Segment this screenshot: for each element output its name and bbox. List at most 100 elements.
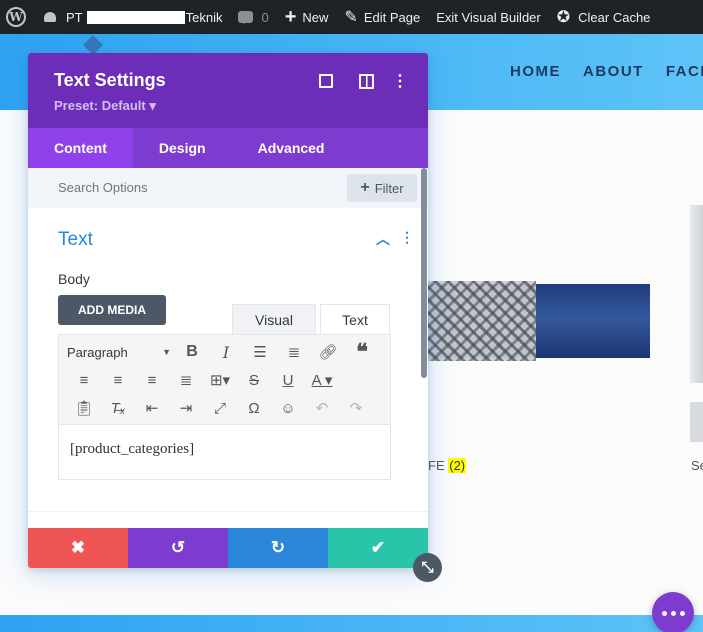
tab-content[interactable]: Content [28, 128, 133, 168]
clear-cache-label: Clear Cache [578, 9, 651, 25]
modal-scrollbar[interactable] [421, 168, 427, 378]
main-nav: HOME ABOUT FACI [510, 63, 703, 80]
product-category-label[interactable]: FE (2) [428, 458, 467, 473]
text-color-icon[interactable]: A ▾ [305, 366, 339, 394]
product-image-braid [428, 281, 536, 361]
modal-title: Text Settings [54, 70, 166, 90]
product-image-secondary[interactable] [690, 205, 703, 383]
site-name-link[interactable]: PT Teknik [34, 0, 230, 34]
indent-icon[interactable]: ⇥ [169, 394, 203, 422]
pencil-icon: ✎ [344, 9, 358, 26]
builder-menu-button[interactable] [652, 592, 694, 632]
wordpress-logo-icon: W [6, 7, 26, 27]
site-name-prefix: PT [66, 9, 83, 25]
checkmark-icon: ✔ [370, 538, 386, 557]
filter-label: Filter [374, 180, 404, 196]
comments-count: 0 [261, 9, 269, 25]
site-footer-strip [0, 615, 703, 632]
align-right-icon[interactable]: ≡ [135, 366, 169, 394]
clear-cache-link[interactable]: ✪ Clear Cache [549, 0, 659, 34]
editor-content[interactable]: [product_categories] [70, 441, 194, 458]
more-options-icon[interactable]: ⋮ [392, 73, 408, 90]
resize-handle-icon[interactable]: ⤡ [413, 553, 442, 582]
preset-selector[interactable]: Preset: Default ▾ [54, 98, 156, 114]
search-options-bar: + Filter [28, 168, 428, 208]
numbered-list-icon[interactable]: ≣ [277, 338, 311, 366]
editor-tab-visual[interactable]: Visual [232, 304, 316, 334]
editor-mode-tabs: Visual Text [232, 304, 390, 334]
nav-home[interactable]: HOME [510, 63, 561, 80]
rich-text-editor: Paragraph ▼ B I ☰ ≣ 🔗︎ ❝ ≡ ≡ ≡ ≣ ⊞▾ S U … [58, 334, 391, 480]
chevron-up-icon[interactable]: ︿ [376, 229, 390, 249]
dot-icon [679, 610, 685, 616]
tab-design[interactable]: Design [133, 128, 232, 168]
undo-icon[interactable]: ↶ [305, 394, 339, 422]
plus-icon: + [360, 179, 370, 196]
comment-icon [238, 11, 254, 24]
outdent-icon[interactable]: ⇤ [135, 394, 169, 422]
nav-facilities[interactable]: FACI [666, 63, 703, 80]
edit-page-link[interactable]: ✎ Edit Page [336, 0, 428, 34]
fullscreen-icon[interactable]: ⤢ [203, 394, 237, 422]
site-name-suffix: Teknik [185, 9, 223, 25]
search-options-input[interactable] [58, 180, 258, 195]
add-media-button[interactable]: ADD MEDIA [58, 295, 166, 325]
modal-header[interactable]: Text Settings Preset: Default ▾ ⋮ [28, 53, 428, 128]
text-settings-modal: Text Settings Preset: Default ▾ ⋮ Conten… [28, 53, 428, 568]
edit-page-label: Edit Page [363, 9, 421, 25]
redo-icon: ↻ [270, 538, 286, 557]
product-image-tertiary [690, 402, 703, 442]
paste-text-icon[interactable]: 📋︎ [67, 394, 101, 422]
section-more-icon[interactable]: ⋮ [400, 229, 414, 246]
close-icon: ✖ [70, 538, 86, 557]
strikethrough-icon[interactable]: S [237, 366, 271, 394]
emoji-icon[interactable]: ☺ [271, 394, 305, 422]
undo-icon: ↺ [170, 538, 186, 557]
undo-button[interactable]: ↺ [128, 528, 228, 568]
admin-bar: W PT Teknik 0 + New ✎ Edit Page Exit Vis… [0, 0, 703, 34]
dashboard-icon [42, 10, 58, 24]
plus-icon: + [284, 6, 297, 28]
nav-about[interactable]: ABOUT [583, 63, 644, 80]
new-content-menu[interactable]: + New [277, 0, 337, 34]
cache-plugin-icon: ✪ [556, 9, 571, 26]
bullet-list-icon[interactable]: ☰ [243, 338, 277, 366]
dot-icon [661, 610, 667, 616]
tab-advanced[interactable]: Advanced [232, 128, 351, 168]
editor-toolbar: Paragraph ▼ B I ☰ ≣ 🔗︎ ❝ ≡ ≡ ≡ ≣ ⊞▾ S U … [59, 335, 390, 425]
expand-icon[interactable] [318, 73, 334, 89]
filter-button[interactable]: + Filter [347, 174, 417, 202]
editor-tab-text[interactable]: Text [320, 304, 390, 334]
new-label: New [302, 9, 329, 25]
underline-icon[interactable]: U [271, 366, 305, 394]
dot-icon [670, 610, 676, 616]
exit-visual-builder-link[interactable]: Exit Visual Builder [428, 0, 549, 34]
redo-button[interactable]: ↻ [228, 528, 328, 568]
snap-sidebar-icon[interactable] [358, 73, 374, 89]
special-character-icon[interactable]: Ω [237, 394, 271, 422]
link-icon[interactable]: 🔗︎ [311, 338, 345, 366]
exit-visual-builder-label: Exit Visual Builder [436, 9, 541, 25]
text-section-title[interactable]: Text [58, 229, 93, 251]
modal-footer: ✖ ↺ ↻ ✔ [28, 528, 428, 568]
discard-button[interactable]: ✖ [28, 528, 128, 568]
justify-icon[interactable]: ≣ [169, 366, 203, 394]
italic-icon[interactable]: I [209, 338, 243, 366]
redacted-site-name [86, 10, 185, 24]
settings-tabs: Content Design Advanced [28, 128, 428, 168]
format-select[interactable]: Paragraph ▼ [67, 338, 175, 366]
blockquote-icon[interactable]: ❝ [345, 338, 379, 366]
body-field-label: Body [58, 271, 90, 287]
caret-down-icon: ▼ [162, 347, 171, 357]
product-category-label-2[interactable]: Se [691, 458, 703, 473]
table-icon[interactable]: ⊞▾ [203, 366, 237, 394]
format-select-value: Paragraph [67, 344, 128, 360]
comments-link[interactable]: 0 [230, 0, 276, 34]
clear-formatting-icon[interactable]: T̶ₓ [101, 394, 135, 422]
wordpress-menu[interactable]: W [0, 0, 34, 34]
align-center-icon[interactable]: ≡ [101, 366, 135, 394]
bold-icon[interactable]: B [175, 338, 209, 366]
align-left-icon[interactable]: ≡ [67, 366, 101, 394]
divider [28, 511, 428, 512]
redo-icon[interactable]: ↷ [339, 394, 373, 422]
